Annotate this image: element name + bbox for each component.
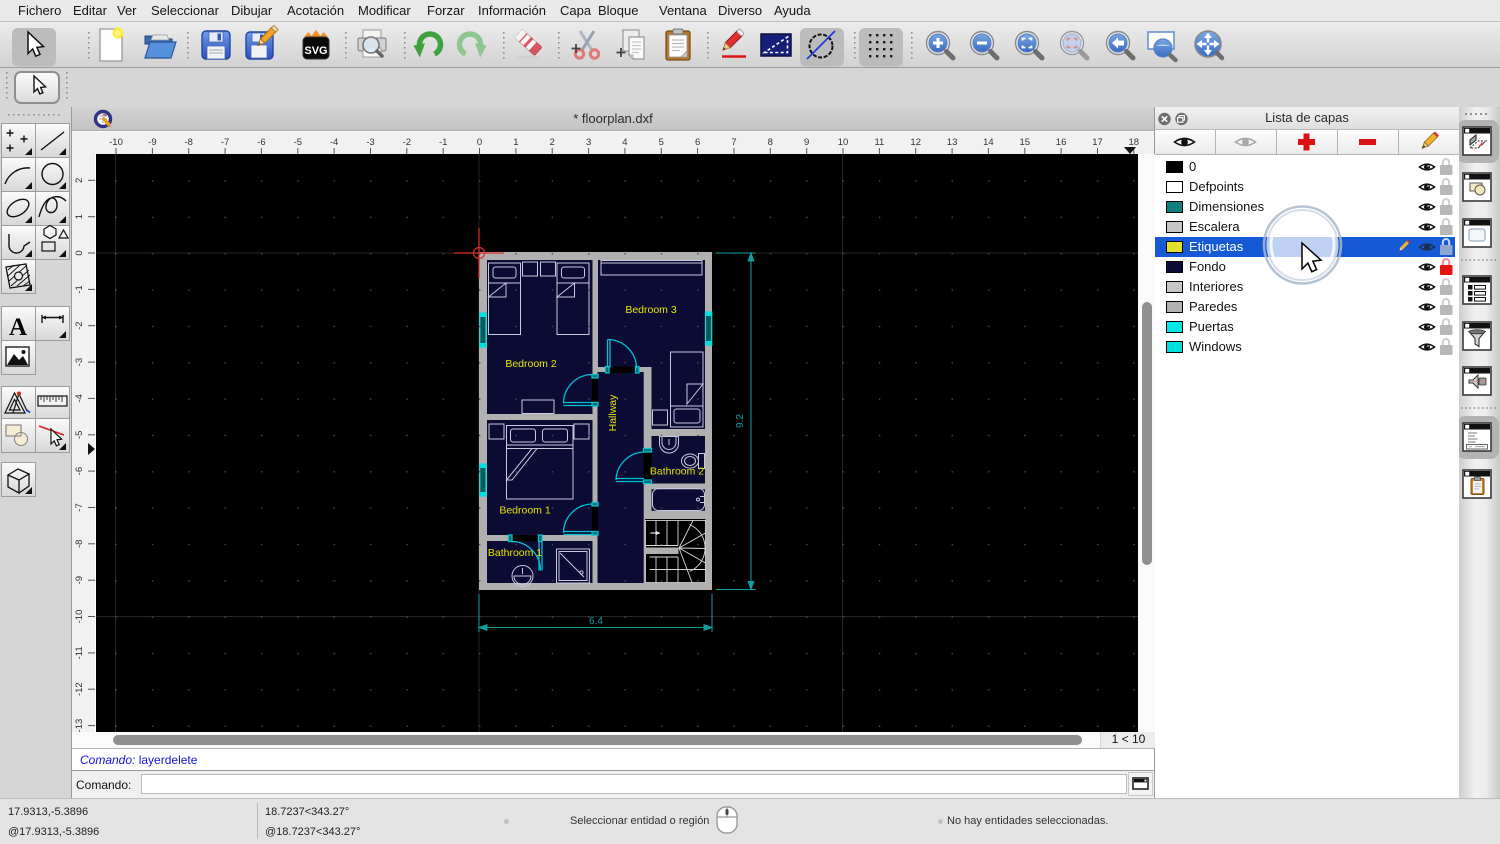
- svg-text:-1: -1: [74, 285, 85, 293]
- svg-text:-12: -12: [74, 682, 85, 696]
- svg-text:-5: -5: [74, 431, 85, 439]
- svg-text:4: 4: [622, 137, 627, 148]
- svg-text:SVG: SVG: [304, 45, 327, 57]
- svg-text:-6: -6: [74, 467, 85, 475]
- svg-text:3: 3: [586, 137, 591, 148]
- svg-text:9: 9: [804, 137, 809, 148]
- svg-text:2: 2: [74, 178, 85, 183]
- svg-text:-7: -7: [221, 137, 229, 148]
- svg-text:-8: -8: [184, 137, 192, 148]
- svg-text:-3: -3: [74, 358, 85, 366]
- svg-text:6: 6: [695, 137, 700, 148]
- svg-text:-4: -4: [74, 394, 85, 402]
- svg-text:-1: -1: [439, 137, 447, 148]
- svg-text:-7: -7: [74, 503, 85, 511]
- svg-text:1: 1: [74, 214, 85, 219]
- svg-text:11: 11: [874, 137, 884, 148]
- svg-text:5: 5: [659, 137, 664, 148]
- svg-text:-10: -10: [109, 137, 123, 148]
- svg-text:0: 0: [477, 137, 482, 148]
- svg-text:16: 16: [1056, 137, 1067, 148]
- svg-text:2: 2: [550, 137, 555, 148]
- svg-text:15: 15: [1020, 137, 1031, 148]
- svg-text:-9: -9: [74, 576, 85, 584]
- svg-text:A: A: [9, 314, 27, 341]
- svg-text:7: 7: [731, 137, 736, 148]
- svg-text:-10: -10: [74, 610, 85, 624]
- svg-text:-2: -2: [403, 137, 411, 148]
- svg-text:-9: -9: [148, 137, 156, 148]
- svg-text:14: 14: [983, 137, 994, 148]
- svg-text:13: 13: [947, 137, 958, 148]
- svg-text:-2: -2: [74, 321, 85, 329]
- svg-text:-6: -6: [257, 137, 265, 148]
- svg-text:17: 17: [1092, 137, 1103, 148]
- svg-text:-5: -5: [294, 137, 302, 148]
- svg-text:-3: -3: [366, 137, 374, 148]
- svg-text:12: 12: [910, 137, 921, 148]
- svg-text:-8: -8: [74, 540, 85, 548]
- svg-text:-11: -11: [74, 646, 85, 659]
- svg-text:1: 1: [513, 137, 518, 148]
- svg-text:-13: -13: [74, 719, 85, 732]
- svg-text:-4: -4: [330, 137, 338, 148]
- svg-text:18: 18: [1129, 137, 1140, 148]
- svg-text:10: 10: [838, 137, 849, 148]
- svg-text:8: 8: [768, 137, 773, 148]
- svg-text:0: 0: [74, 250, 85, 255]
